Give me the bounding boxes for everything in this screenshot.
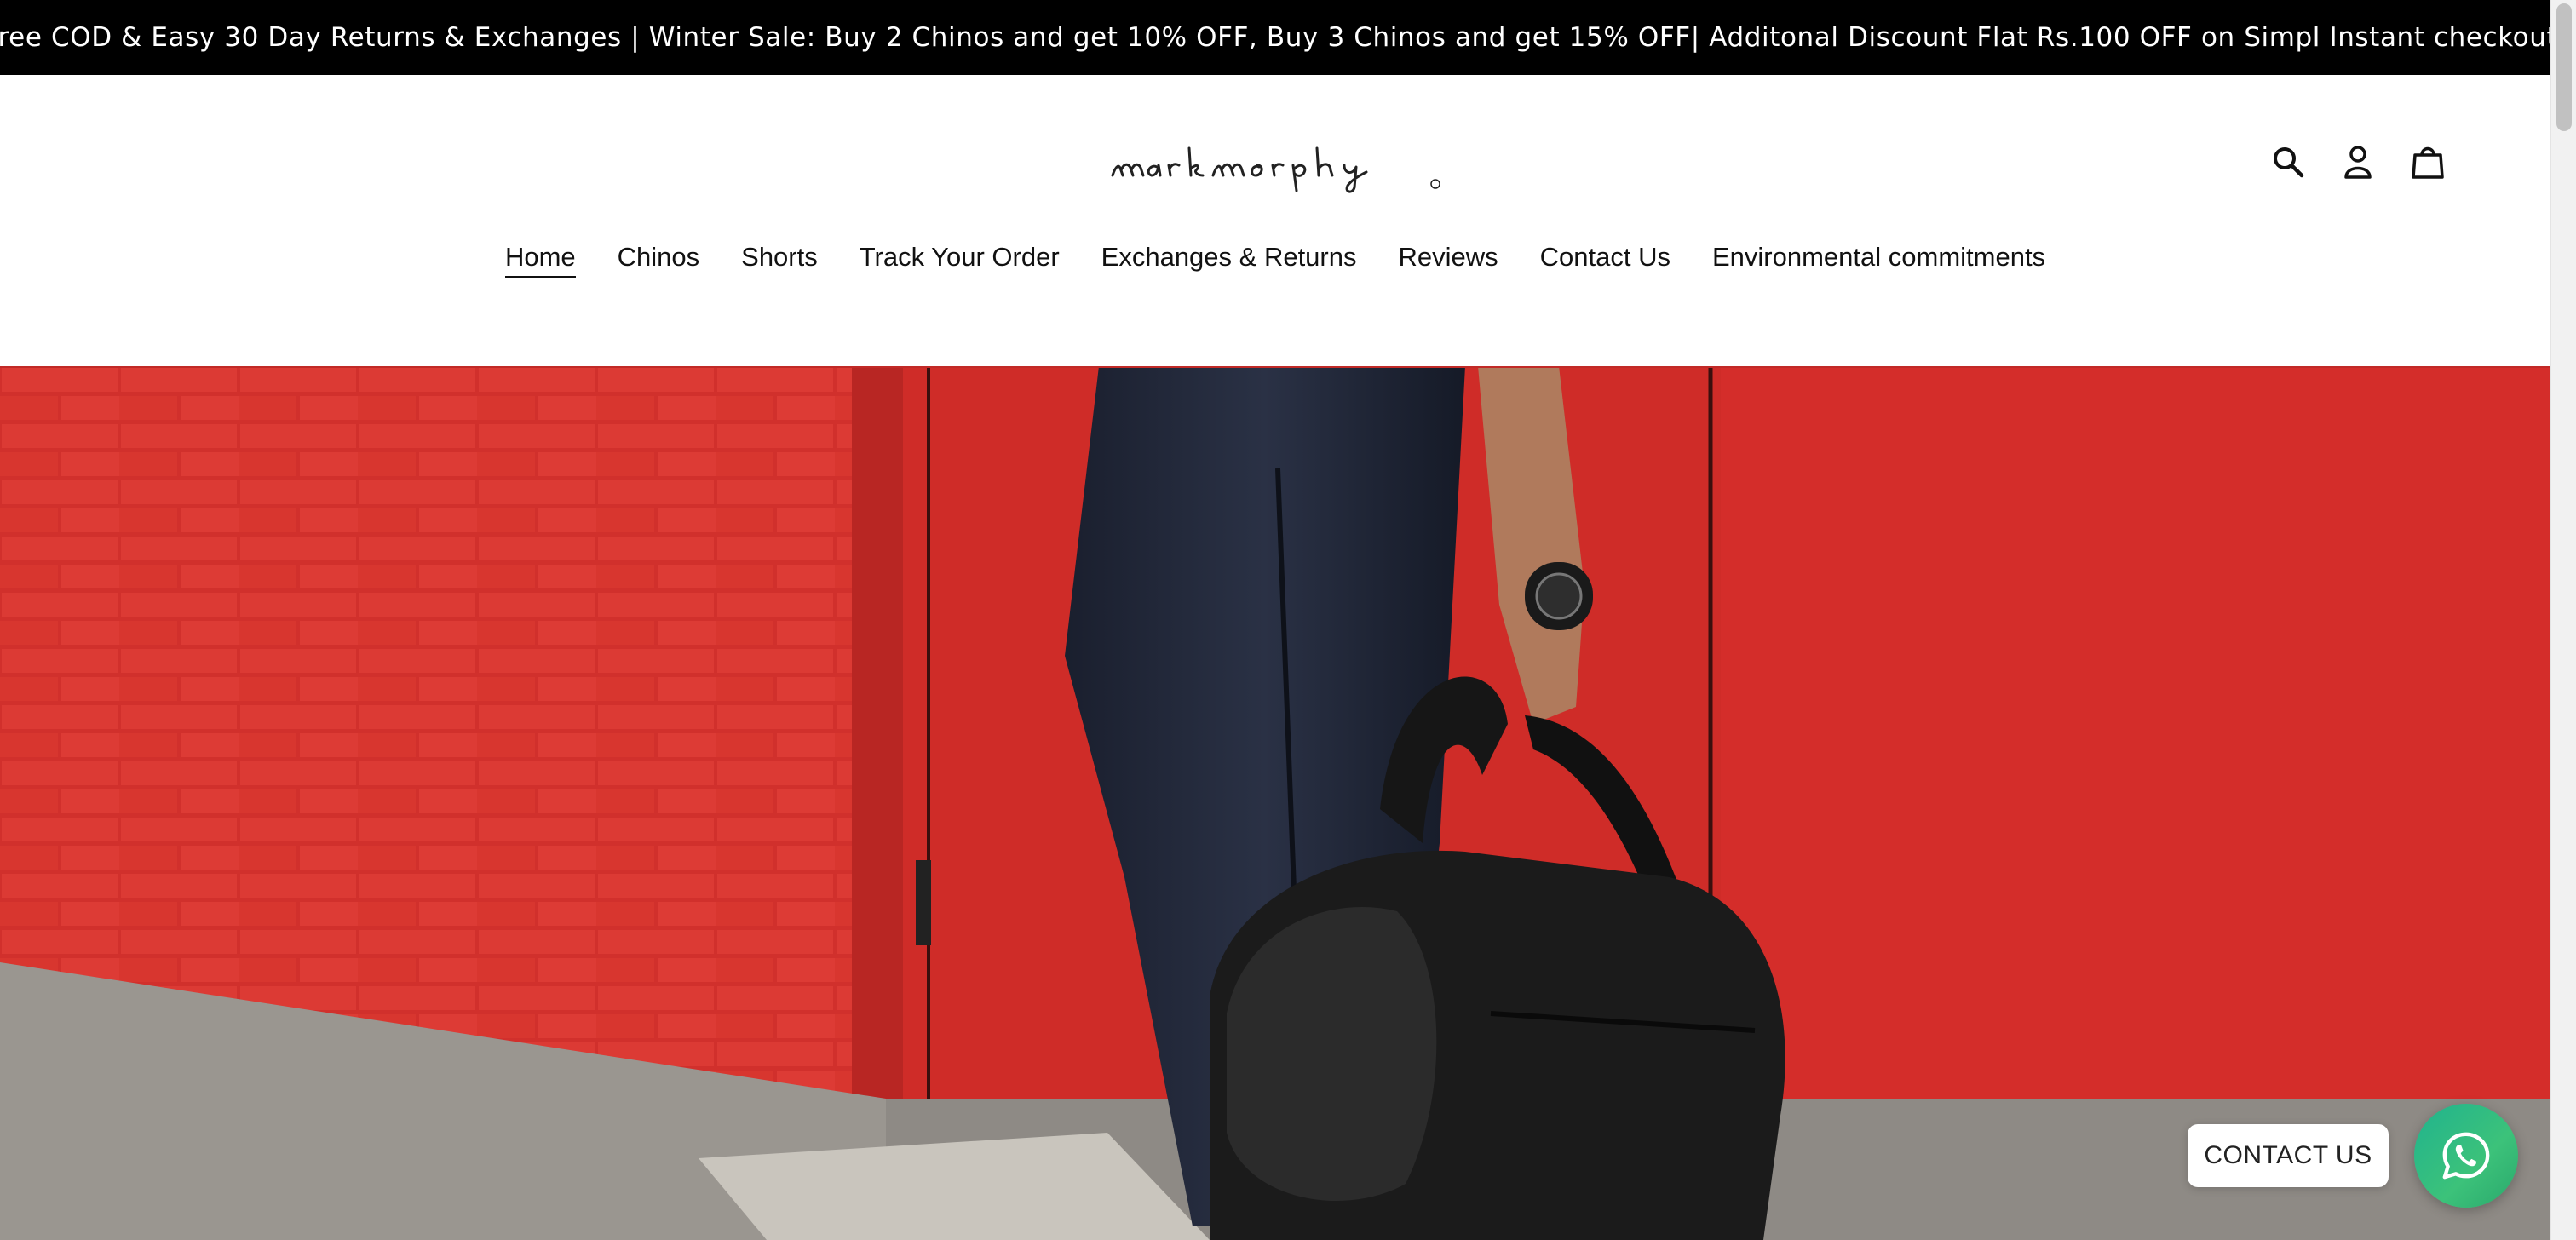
announcement-bar: Free COD & Easy 30 Day Returns & Exchang… — [0, 0, 2566, 75]
scrollbar-thumb[interactable] — [2556, 3, 2572, 131]
nav-item-reviews[interactable]: Reviews — [1398, 242, 1498, 278]
hero-image — [0, 366, 2550, 1240]
search-icon[interactable] — [2268, 141, 2309, 182]
nav-item-track-your-order[interactable]: Track Your Order — [860, 242, 1060, 278]
logo-script — [1111, 146, 1440, 193]
whatsapp-icon — [2442, 1132, 2490, 1180]
main-navigation: Home Chinos Shorts Track Your Order Exch… — [0, 242, 2550, 278]
account-icon[interactable] — [2337, 141, 2378, 182]
brand-logo[interactable] — [1107, 131, 1445, 194]
nav-item-environmental-commitments[interactable]: Environmental commitments — [1712, 242, 2045, 278]
site-header: Home Chinos Shorts Track Your Order Exch… — [0, 75, 2550, 366]
nav-item-shorts[interactable]: Shorts — [741, 242, 818, 278]
hero-banner[interactable] — [0, 366, 2550, 1240]
nav-item-home[interactable]: Home — [504, 242, 576, 278]
contact-us-pill[interactable]: CONTACT US — [2188, 1124, 2389, 1187]
announcement-text: Free COD & Easy 30 Day Returns & Exchang… — [0, 22, 2567, 53]
whatsapp-button[interactable] — [2414, 1104, 2518, 1208]
page-scrollbar[interactable] — [2550, 0, 2576, 1240]
nav-item-contact-us[interactable]: Contact Us — [1540, 242, 1670, 278]
cart-icon[interactable] — [2407, 141, 2448, 182]
nav-item-exchanges-returns[interactable]: Exchanges & Returns — [1101, 242, 1357, 278]
header-icons — [2268, 141, 2448, 182]
nav-item-chinos[interactable]: Chinos — [618, 242, 700, 278]
